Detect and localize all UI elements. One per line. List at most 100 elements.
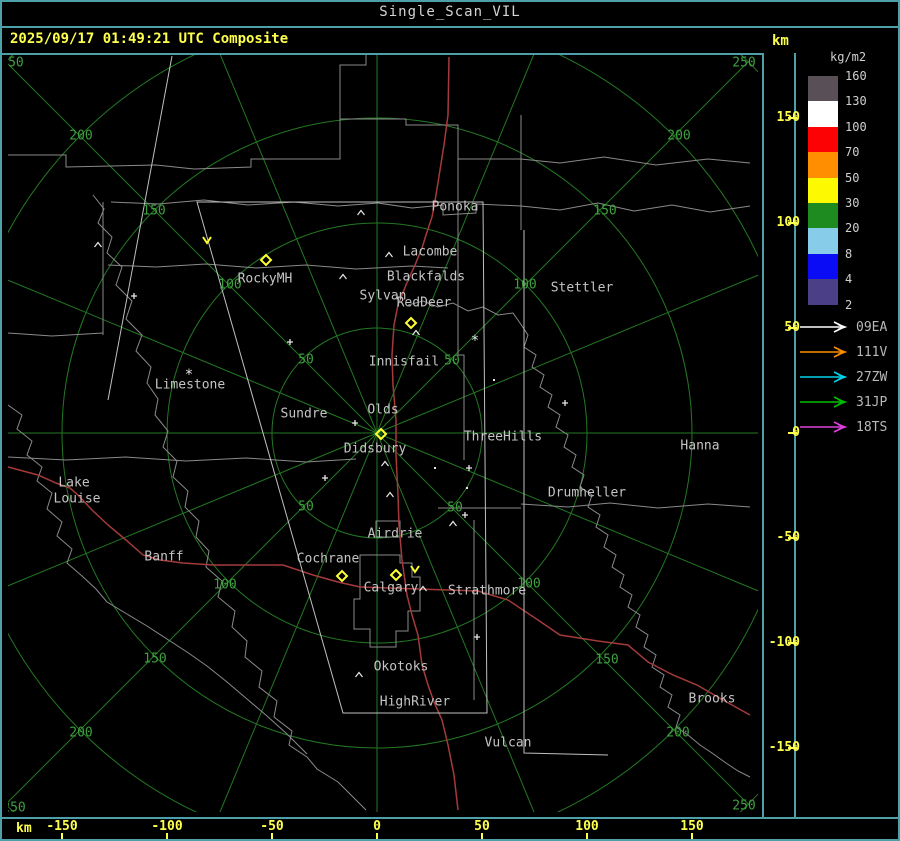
- caret-icon: [385, 251, 393, 258]
- radial-line: [376, 432, 758, 592]
- city-label-vulcan: Vulcan: [485, 736, 532, 751]
- right-axis: 150100500-50-100-150: [762, 55, 800, 812]
- range-label: 200: [69, 726, 92, 741]
- city-label-louise: Louise: [54, 492, 101, 507]
- radar-arrow-icon: [800, 346, 848, 358]
- city-label-blackfalds: Blackfalds: [387, 270, 465, 285]
- radar-arrow-row: 18TS: [798, 418, 900, 438]
- range-label: 200: [666, 726, 689, 741]
- radar-arrow-row: 111V: [798, 343, 900, 363]
- legend-value: 8: [845, 246, 853, 261]
- right-axis-tick: [788, 222, 797, 224]
- bottom-axis-tick: [166, 833, 168, 839]
- city-label-strathmore: Strathmore: [448, 584, 526, 599]
- legend-swatch: [808, 126, 838, 153]
- range-label: 50: [298, 500, 314, 515]
- legend-value: 130: [845, 94, 867, 109]
- legend-swatch: [808, 253, 838, 280]
- legend-swatch: [808, 101, 838, 127]
- bottom-axis-tick: [481, 833, 483, 839]
- city-label-innisfail: Innisfail: [369, 355, 439, 370]
- city-label-banff: Banff: [144, 550, 183, 565]
- radar-id-label: 09EA: [856, 320, 888, 335]
- bottom-axis-tick: [271, 833, 273, 839]
- city-label-hanna: Hanna: [680, 439, 719, 454]
- bottom-axis-tick: [376, 833, 378, 839]
- radar-id-label: 18TS: [856, 420, 888, 435]
- radar-id-label: 27ZW: [856, 370, 888, 385]
- right-axis-unit: km: [772, 33, 789, 49]
- city-label-stettler: Stettler: [551, 281, 614, 296]
- city-label-lake: Lake: [58, 476, 89, 491]
- radar-map-display[interactable]: 2502001501005050100150200250501001502002…: [8, 55, 758, 812]
- city-label-olds: Olds: [367, 403, 398, 418]
- range-label: 150: [593, 204, 616, 219]
- range-label: 200: [69, 129, 92, 144]
- timestamp-label: 2025/09/17 01:49:21 UTC Composite: [10, 31, 289, 47]
- bottom-axis-tick-label: -50: [260, 819, 284, 834]
- right-axis-tick: [788, 747, 797, 749]
- window-title: Single_Scan_VIL: [0, 0, 900, 24]
- city-label-airdrie: Airdrie: [368, 527, 423, 542]
- city-label-calgary: Calgary: [364, 581, 419, 596]
- bottom-axis-tick-label: 150: [680, 819, 704, 834]
- radar-id-label: 31JP: [856, 395, 888, 410]
- radar-scan-outlines: [107, 55, 609, 756]
- range-label: 150: [595, 653, 618, 668]
- bottom-axis-tick-label: 100: [575, 819, 599, 834]
- dot-icon: [434, 467, 436, 469]
- caret-icon: [449, 520, 457, 527]
- star-icon: *: [471, 333, 479, 349]
- legend-swatch: [808, 203, 838, 229]
- city-label-okotoks: Okotoks: [374, 660, 429, 675]
- range-label: 100: [213, 578, 236, 593]
- bottom-axis-tick-label: 50: [474, 819, 490, 834]
- legend-swatch: [808, 76, 838, 102]
- radar-site-diamond-icon: [404, 316, 418, 330]
- bottom-axis-tick-label: -100: [151, 819, 183, 834]
- legend-value: 50: [845, 170, 860, 185]
- legend-value: 70: [845, 145, 860, 160]
- range-label: 250: [732, 799, 755, 813]
- city-label-reddeer: RedDeer: [397, 296, 452, 311]
- radar-arrow-icon: [800, 421, 848, 433]
- city-label-cochrane: Cochrane: [297, 552, 360, 567]
- town-plus-icon: [131, 293, 137, 299]
- radar-arrow-icon: [800, 396, 848, 408]
- dot-icon: [493, 379, 495, 381]
- range-label: 250: [732, 56, 755, 71]
- legend-value: 2: [845, 297, 853, 312]
- bottom-axis-tick: [691, 833, 693, 839]
- legend-swatch: [808, 228, 838, 254]
- radar-arrow-row: 27ZW: [798, 368, 900, 388]
- town-plus-icon: [474, 634, 480, 640]
- range-label: 150: [142, 204, 165, 219]
- caret-icon: [355, 671, 363, 678]
- radar-arrow-icon: [800, 371, 848, 383]
- vil-color-legend: kg/m2 160 130 100 70 50 30 20 8 4 2: [800, 50, 898, 320]
- bottom-axis-unit: km: [16, 821, 32, 836]
- right-axis-tick: [788, 327, 797, 329]
- city-label-sundre: Sundre: [281, 407, 328, 422]
- legend-value: 20: [845, 221, 860, 236]
- city-label-didsbury: Didsbury: [344, 442, 407, 457]
- window-title-text: Single_Scan_VIL: [379, 4, 521, 20]
- dot-icon: [466, 487, 468, 489]
- bottom-axis-tick-label: -150: [46, 819, 78, 834]
- caret-icon: [357, 209, 365, 216]
- right-axis-tick: [788, 537, 797, 539]
- bottom-axis-tick: [61, 833, 63, 839]
- town-plus-icon: [322, 475, 328, 481]
- legend-swatch: [808, 279, 838, 305]
- caret-icon: [412, 329, 420, 336]
- town-plus-icon: [462, 512, 468, 518]
- range-label: 250: [8, 801, 26, 813]
- city-label-brooks: Brooks: [689, 692, 736, 707]
- city-label-rockymh: RockyMH: [238, 272, 293, 287]
- city-label-highriver: HighRiver: [380, 695, 451, 710]
- range-label: 50: [444, 354, 460, 369]
- legend-unit-label: kg/m2: [830, 50, 867, 64]
- bottom-axis-tick: [586, 833, 588, 839]
- city-label-drumheller: Drumheller: [548, 486, 626, 501]
- radar-arrow-icon: [800, 321, 848, 333]
